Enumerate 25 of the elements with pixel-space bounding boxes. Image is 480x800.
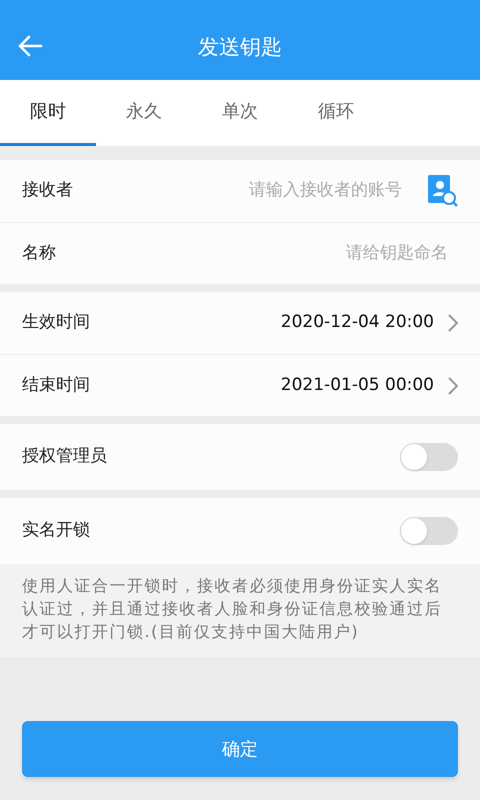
form-field-row[interactable]: 名称 请给钥匙命名 [0, 222, 480, 284]
note-text: 使用人证合一开锁时，接收者必须使用身份证实人实名认证过，并且通过接收者人脸和身份证信息校验通过后才可以打开门锁.(目前仅支持中国大陆用户) [22, 575, 443, 643]
toggle-switch[interactable] [400, 443, 458, 471]
tab[interactable]: 永久 [96, 80, 192, 146]
time-value: 2021-01-05 00:00 [280, 374, 434, 397]
tab[interactable]: 循环 [288, 80, 384, 146]
field-label: 接收者 [22, 179, 74, 202]
toggle-label: 实名开锁 [22, 519, 90, 542]
contact-search-icon[interactable] [426, 174, 458, 208]
field-label: 名称 [22, 242, 57, 265]
time-value: 2020-12-04 20:00 [280, 311, 434, 334]
input-field[interactable]: 请给钥匙命名 [132, 240, 448, 266]
field-label: 生效时间 [22, 311, 90, 334]
form-field-row[interactable]: 接收者 请输入接收者的账号 [0, 160, 480, 222]
toggle-label: 授权管理员 [22, 445, 107, 468]
tab[interactable]: 单次 [192, 80, 288, 146]
input-field[interactable]: 请输入接收者的账号 [132, 178, 402, 204]
chevron-right-icon [448, 314, 458, 332]
time-row[interactable]: 结束时间 2021-01-05 00:00 [0, 354, 480, 416]
page-title: 发送钥匙 [198, 34, 282, 62]
toggle-switch[interactable] [400, 517, 458, 545]
field-label: 结束时间 [22, 374, 90, 397]
time-row[interactable]: 生效时间 2020-12-04 20:00 [0, 292, 480, 354]
chevron-right-icon [448, 376, 458, 394]
tab[interactable]: 限时 [0, 80, 96, 146]
